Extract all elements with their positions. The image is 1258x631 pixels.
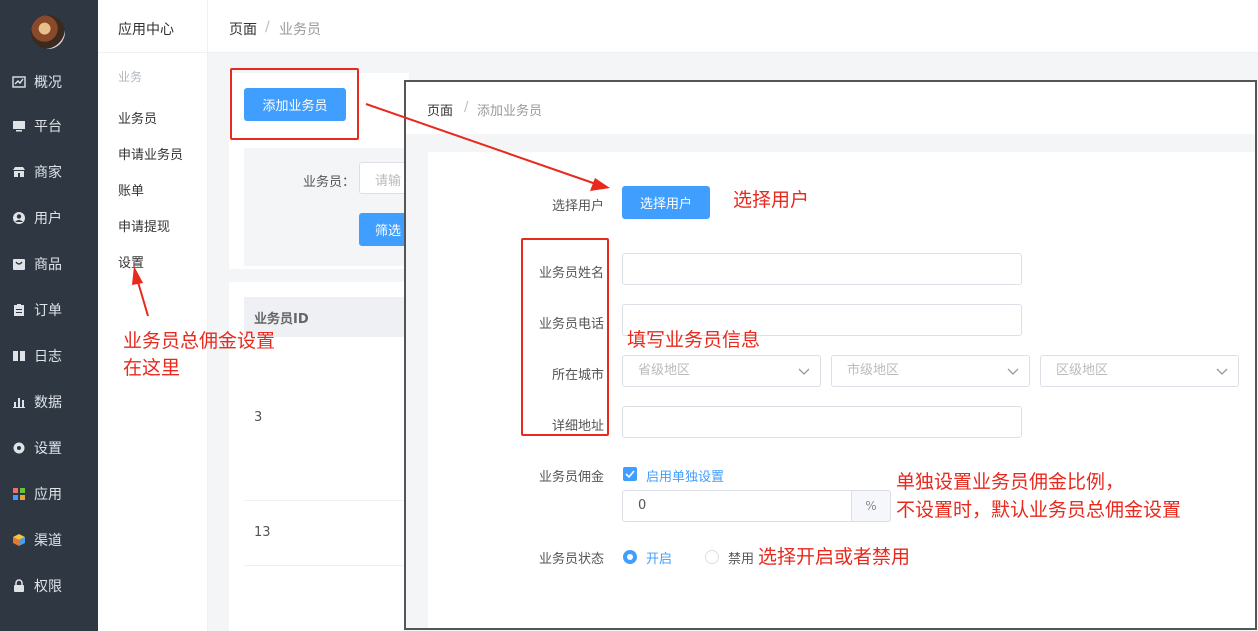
nav-item-settings[interactable]: 设置	[12, 438, 62, 458]
store-icon	[12, 165, 26, 179]
percent-suffix: %	[851, 490, 891, 522]
nav-item-data[interactable]: 数据	[12, 392, 62, 412]
nav-item-label: 商家	[34, 165, 62, 181]
nav-item-permission[interactable]: 权限	[12, 576, 62, 596]
status-on-label[interactable]: 开启	[646, 548, 672, 567]
subnav-title: 应用中心	[118, 22, 174, 38]
user-icon	[12, 211, 26, 225]
subnav-item-bill[interactable]: 账单	[118, 180, 144, 199]
subnav-item-withdraw[interactable]: 申请提现	[118, 216, 170, 235]
district-select[interactable]: 区级地区	[1040, 355, 1239, 387]
select-user-label: 选择用户	[551, 199, 604, 214]
nav-item-goods[interactable]: 商品	[12, 254, 62, 274]
district-placeholder: 区级地区	[1056, 363, 1109, 378]
annotation-commission-line-2: 不设置时，默认业务员总佣金设置	[896, 499, 1182, 521]
filter-label: 业务员：	[303, 175, 356, 190]
gear-icon	[12, 441, 26, 455]
panel-breadcrumb-root[interactable]: 页面	[427, 100, 453, 119]
apps-icon	[12, 487, 26, 501]
nav-item-platform[interactable]: 平台	[12, 116, 62, 136]
chevron-down-icon	[1007, 368, 1019, 375]
nav-item-user[interactable]: 用户	[12, 208, 62, 228]
nav-item-label: 订单	[34, 303, 62, 319]
commission-label: 业务员佣金	[538, 470, 604, 485]
check-icon	[625, 470, 635, 479]
nav-item-channel[interactable]: 渠道	[12, 530, 62, 550]
status-label: 业务员状态	[538, 552, 604, 567]
nav-item-logs[interactable]: 日志	[12, 346, 62, 366]
secondary-sidebar: 应用中心 业务 业务员 申请业务员 账单 申请提现 设置	[98, 0, 208, 631]
subnav-item-settings[interactable]: 设置	[118, 252, 144, 271]
main-sidebar: 概况 平台 商家 用户 商品 订单 日志 数据 设置 应用 渠道 权限	[0, 0, 98, 631]
commission-checkbox-label[interactable]: 启用单独设置	[646, 466, 724, 485]
panel-breadcrumb-current: 添加业务员	[477, 104, 543, 119]
app-logo[interactable]	[31, 15, 65, 49]
annotation-select-user: 选择用户	[733, 189, 810, 211]
cube-icon	[12, 533, 26, 547]
table-cell-id: 13	[254, 525, 271, 540]
nav-item-label: 应用	[34, 487, 62, 503]
select-user-button[interactable]: 选择用户	[622, 186, 710, 219]
filter-button[interactable]: 筛选	[359, 213, 405, 246]
breadcrumb-root[interactable]: 页面	[229, 19, 257, 39]
bag-icon	[12, 257, 26, 271]
nav-item-label: 日志	[34, 349, 62, 365]
panel-breadcrumb: 页面 / 添加业务员	[406, 82, 1255, 134]
annotation-fill-info: 填写业务员信息	[627, 329, 761, 351]
annotation-box-add	[230, 68, 359, 140]
book-icon	[12, 349, 26, 363]
nav-item-overview[interactable]: 概况	[12, 72, 62, 92]
annotation-status: 选择开启或者禁用	[758, 546, 911, 568]
filter-input[interactable]: 请输	[359, 162, 405, 194]
monitor-icon	[12, 119, 26, 133]
row-divider	[244, 500, 405, 501]
nav-item-label: 权限	[34, 579, 62, 595]
panel-breadcrumb-separator: /	[464, 100, 469, 115]
name-input[interactable]	[622, 253, 1022, 285]
table-header-id: 业务员ID	[254, 312, 309, 327]
status-on-radio[interactable]	[623, 550, 637, 564]
chevron-down-icon	[798, 368, 810, 375]
nav-item-label: 商品	[34, 257, 62, 273]
nav-item-label: 平台	[34, 119, 62, 135]
nav-item-label: 概况	[34, 75, 62, 91]
nav-item-label: 渠道	[34, 533, 62, 549]
province-select[interactable]: 省级地区	[622, 355, 821, 387]
province-placeholder: 省级地区	[638, 363, 691, 378]
breadcrumb-current: 业务员	[279, 22, 321, 38]
commission-checkbox[interactable]	[623, 467, 637, 481]
nav-item-orders[interactable]: 订单	[12, 300, 62, 320]
annotation-commission-line-1: 单独设置业务员佣金比例，	[896, 471, 1125, 493]
nav-item-merchant[interactable]: 商家	[12, 162, 62, 182]
status-off-label[interactable]: 禁用	[728, 548, 754, 567]
clipboard-icon	[12, 303, 26, 317]
status-off-radio[interactable]	[705, 550, 719, 564]
breadcrumb-separator: /	[265, 19, 270, 35]
nav-item-apps[interactable]: 应用	[12, 484, 62, 504]
table-cell-id: 3	[254, 410, 263, 425]
subnav-item-apply-salesman[interactable]: 申请业务员	[118, 144, 183, 163]
nav-item-label: 数据	[34, 395, 62, 411]
row-divider	[244, 565, 405, 566]
annotation-box-info	[521, 238, 609, 436]
subnav-item-salesman[interactable]: 业务员	[118, 108, 157, 127]
nav-item-label: 用户	[34, 211, 62, 227]
breadcrumb: 页面 / 业务员	[208, 0, 1258, 53]
lock-icon	[12, 579, 26, 593]
annotation-settings-line-2: 在这里	[123, 357, 181, 379]
chart-icon	[12, 75, 26, 89]
chevron-down-icon	[1216, 368, 1228, 375]
address-input[interactable]	[622, 406, 1022, 438]
subnav-group-label: 业务	[118, 70, 143, 84]
commission-input[interactable]: 0	[622, 490, 852, 522]
annotation-settings-line-1: 业务员总佣金设置	[123, 330, 276, 352]
city-select[interactable]: 市级地区	[831, 355, 1030, 387]
divider	[98, 52, 208, 53]
nav-item-label: 设置	[34, 441, 62, 457]
city-placeholder: 市级地区	[847, 363, 900, 378]
bar-chart-icon	[12, 395, 26, 409]
